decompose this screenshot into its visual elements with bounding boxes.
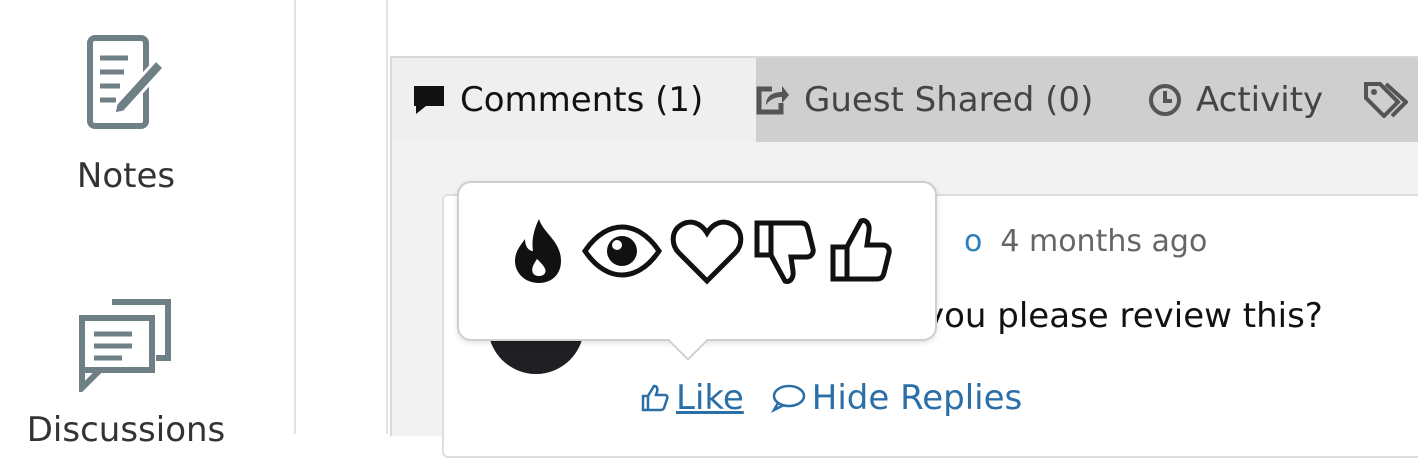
- sidebar-item-notes[interactable]: Notes: [0, 34, 252, 196]
- tab-label: Guest Shared (0): [804, 80, 1094, 120]
- thumbs-up-icon[interactable]: [827, 215, 897, 287]
- comment-icon: [414, 86, 444, 114]
- comment-time: 4 months ago: [1000, 224, 1208, 259]
- fire-icon[interactable]: [503, 215, 575, 287]
- tab-guest-shared[interactable]: Guest Shared (0): [754, 58, 1093, 142]
- tags-icon: [1364, 82, 1408, 118]
- share-icon: [756, 86, 789, 115]
- comment-actions: Like Hide Replies: [640, 378, 1022, 418]
- eye-icon[interactable]: [581, 215, 663, 287]
- author-link[interactable]: o: [964, 224, 982, 259]
- sidebar-item-label: Notes: [76, 156, 176, 196]
- tab-label: Comments (1): [460, 80, 704, 120]
- reaction-list: [503, 215, 903, 287]
- heart-icon[interactable]: [669, 215, 745, 287]
- comment-text: you please review this?: [924, 296, 1323, 336]
- gutter-panel: [296, 0, 388, 434]
- hide-replies-button[interactable]: Hide Replies: [770, 378, 1022, 418]
- tab-bar: Comments (1) Guest Shared (0) Activity T: [392, 58, 1418, 142]
- left-sidebar: Notes Discussions: [0, 0, 296, 450]
- tab-label: Activity: [1196, 80, 1324, 120]
- sidebar-item-discussions[interactable]: Discussions: [0, 296, 252, 450]
- sidebar-item-label: Discussions: [26, 410, 226, 450]
- clock-icon: [1149, 84, 1181, 116]
- discussions-icon: [79, 299, 171, 392]
- tab-tags[interactable]: T: [1364, 58, 1418, 142]
- like-label: Like: [676, 378, 744, 418]
- hide-replies-label: Hide Replies: [811, 378, 1023, 418]
- comment-outline-icon: [770, 384, 806, 413]
- thumbs-up-icon: [641, 384, 669, 412]
- tab-activity[interactable]: Activity: [1148, 58, 1323, 142]
- reaction-popover: [457, 181, 937, 361]
- comment-meta: o 4 months ago: [964, 224, 1207, 259]
- tab-comments[interactable]: Comments (1): [392, 58, 756, 142]
- thumbs-down-icon[interactable]: [751, 215, 821, 287]
- like-button[interactable]: Like: [640, 378, 744, 418]
- notes-icon: [87, 35, 167, 129]
